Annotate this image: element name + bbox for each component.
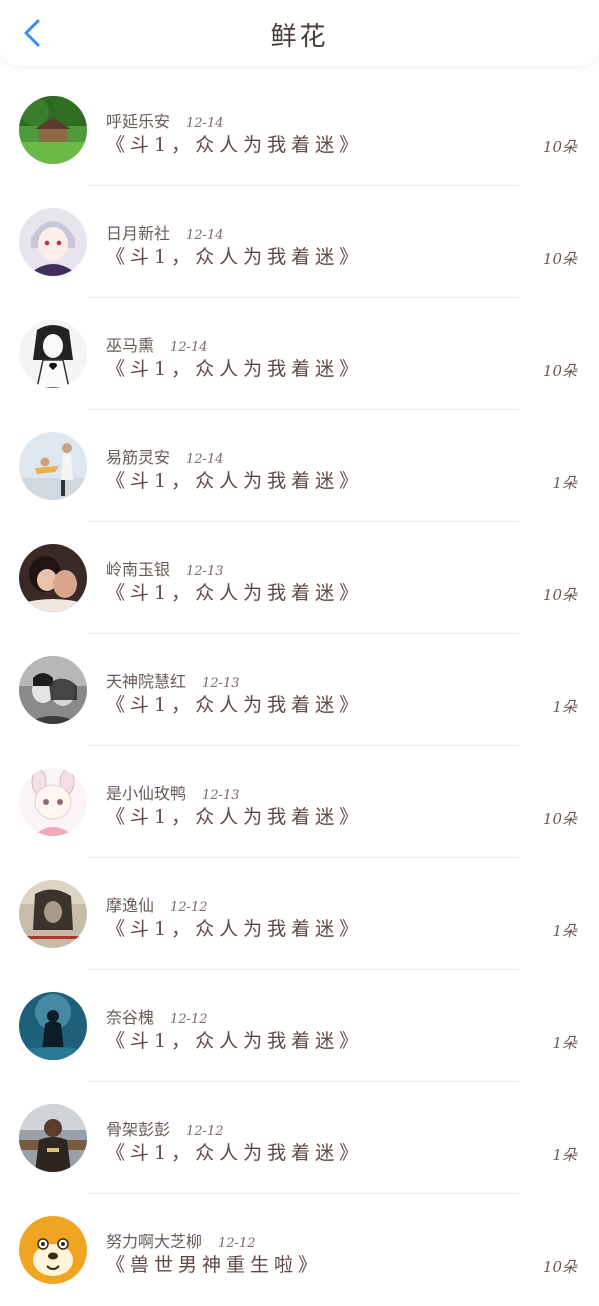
sender-name[interactable]: 呼延乐安 xyxy=(106,112,170,131)
sender-name[interactable]: 易筋灵安 xyxy=(106,448,170,467)
sender-info: 骨架彭彭 12-12 xyxy=(106,1116,224,1140)
avatar[interactable] xyxy=(19,656,87,724)
list-item[interactable]: 骨架彭彭 12-12 《斗1，众人为我着迷》 1朵 xyxy=(0,1082,599,1194)
flower-count: 10朵 xyxy=(542,138,577,156)
gift-date: 12-13 xyxy=(202,676,240,691)
flower-count: 1朵 xyxy=(552,1146,577,1164)
avatar-dancers xyxy=(19,432,87,500)
list-item[interactable]: 奈谷槐 12-12 《斗1，众人为我着迷》 1朵 xyxy=(0,970,599,1082)
sender-name[interactable]: 是小仙玫鸭 xyxy=(106,784,186,803)
flower-count: 10朵 xyxy=(542,1258,577,1276)
sender-name[interactable]: 奈谷槐 xyxy=(106,1008,154,1027)
gift-date: 12-12 xyxy=(170,1012,208,1027)
gift-date: 12-13 xyxy=(186,564,224,579)
gift-date: 12-14 xyxy=(186,228,224,243)
avatar-anime-boy xyxy=(19,208,87,276)
gift-date: 12-13 xyxy=(202,788,240,803)
sender-info: 奈谷槐 12-12 xyxy=(106,1004,208,1028)
page-title: 鲜花 xyxy=(270,22,329,52)
gift-date: 12-14 xyxy=(186,452,224,467)
avatar[interactable] xyxy=(19,208,87,276)
avatar-chibi-girl xyxy=(19,768,87,836)
sender-info: 日月新社 12-14 xyxy=(106,220,224,244)
avatar-couple-dark xyxy=(19,544,87,612)
book-title[interactable]: 《斗1，众人为我着迷》 xyxy=(106,578,363,605)
gift-date: 12-14 xyxy=(170,340,208,355)
avatar-couple-bw xyxy=(19,656,87,724)
sender-name[interactable]: 巫马熏 xyxy=(106,336,154,355)
list-item[interactable]: 岭南玉银 12-13 《斗1，众人为我着迷》 10朵 xyxy=(0,522,599,634)
flower-gift-list: 呼延乐安 12-14 《斗1，众人为我着迷》 10朵 日月新社 12-14 《斗1，… xyxy=(0,74,599,1306)
book-title[interactable]: 《斗1，众人为我着迷》 xyxy=(106,914,363,941)
book-title[interactable]: 《斗1，众人为我着迷》 xyxy=(106,1138,363,1165)
sender-name[interactable]: 天神院慧红 xyxy=(106,672,186,691)
sender-name[interactable]: 日月新社 xyxy=(106,224,170,243)
sender-info: 努力啊大芝柳 12-12 xyxy=(106,1228,256,1252)
flower-count: 1朵 xyxy=(552,698,577,716)
book-title[interactable]: 《兽世男神重生啦》 xyxy=(106,1250,322,1277)
avatar-sepia-girl xyxy=(19,880,87,948)
avatar[interactable] xyxy=(19,432,87,500)
gift-date: 12-12 xyxy=(218,1236,256,1251)
list-item[interactable]: 摩逸仙 12-12 《斗1，众人为我着迷》 1朵 xyxy=(0,858,599,970)
top-bar: 鲜花 xyxy=(0,0,599,66)
list-item[interactable]: 呼延乐安 12-14 《斗1，众人为我着迷》 10朵 xyxy=(0,74,599,186)
sender-info: 易筋灵安 12-14 xyxy=(106,444,224,468)
flower-count: 10朵 xyxy=(542,362,577,380)
avatar-night-figure xyxy=(19,992,87,1060)
avatar[interactable] xyxy=(19,992,87,1060)
list-item[interactable]: 易筋灵安 12-14 《斗1，众人为我着迷》 1朵 xyxy=(0,410,599,522)
list-item[interactable]: 努力啊大芝柳 12-12 《兽世男神重生啦》 10朵 xyxy=(0,1194,599,1306)
sender-info: 是小仙玫鸭 12-13 xyxy=(106,780,240,804)
list-item[interactable]: 日月新社 12-14 《斗1，众人为我着迷》 10朵 xyxy=(0,186,599,298)
sender-info: 巫马熏 12-14 xyxy=(106,332,208,356)
avatar-landscape-cottage xyxy=(19,96,87,164)
sender-info: 天神院慧红 12-13 xyxy=(106,668,240,692)
sender-info: 摩逸仙 12-12 xyxy=(106,892,208,916)
sender-name[interactable]: 努力啊大芝柳 xyxy=(106,1232,202,1251)
sender-info: 呼延乐安 12-14 xyxy=(106,108,224,132)
flower-count: 10朵 xyxy=(542,250,577,268)
book-title[interactable]: 《斗1，众人为我着迷》 xyxy=(106,130,363,157)
book-title[interactable]: 《斗1，众人为我着迷》 xyxy=(106,354,363,381)
avatar-man-photo xyxy=(19,1104,87,1172)
avatar[interactable] xyxy=(19,320,87,388)
book-title[interactable]: 《斗1，众人为我着迷》 xyxy=(106,1026,363,1053)
flower-count: 10朵 xyxy=(542,810,577,828)
sender-name[interactable]: 岭南玉银 xyxy=(106,560,170,579)
flower-count: 1朵 xyxy=(552,922,577,940)
list-item[interactable]: 是小仙玫鸭 12-13 《斗1，众人为我着迷》 10朵 xyxy=(0,746,599,858)
avatar[interactable] xyxy=(19,768,87,836)
list-item[interactable]: 巫马熏 12-14 《斗1，众人为我着迷》 10朵 xyxy=(0,298,599,410)
sender-name[interactable]: 摩逸仙 xyxy=(106,896,154,915)
gift-date: 12-14 xyxy=(186,116,224,131)
avatar[interactable] xyxy=(19,1216,87,1284)
sender-info: 岭南玉银 12-13 xyxy=(106,556,224,580)
sender-name[interactable]: 骨架彭彭 xyxy=(106,1120,170,1139)
avatar[interactable] xyxy=(19,880,87,948)
book-title[interactable]: 《斗1，众人为我着迷》 xyxy=(106,242,363,269)
list-item[interactable]: 天神院慧红 12-13 《斗1，众人为我着迷》 1朵 xyxy=(0,634,599,746)
flower-count: 10朵 xyxy=(542,586,577,604)
flower-count: 1朵 xyxy=(552,474,577,492)
gift-date: 12-12 xyxy=(170,900,208,915)
flower-count: 1朵 xyxy=(552,1034,577,1052)
avatar-cartoon-dog xyxy=(19,1216,87,1284)
book-title[interactable]: 《斗1，众人为我着迷》 xyxy=(106,690,363,717)
gift-date: 12-12 xyxy=(186,1124,224,1139)
book-title[interactable]: 《斗1，众人为我着迷》 xyxy=(106,466,363,493)
avatar[interactable] xyxy=(19,96,87,164)
book-title[interactable]: 《斗1，众人为我着迷》 xyxy=(106,802,363,829)
avatar[interactable] xyxy=(19,544,87,612)
avatar[interactable] xyxy=(19,1104,87,1172)
avatar-sketch-girl xyxy=(19,320,87,388)
